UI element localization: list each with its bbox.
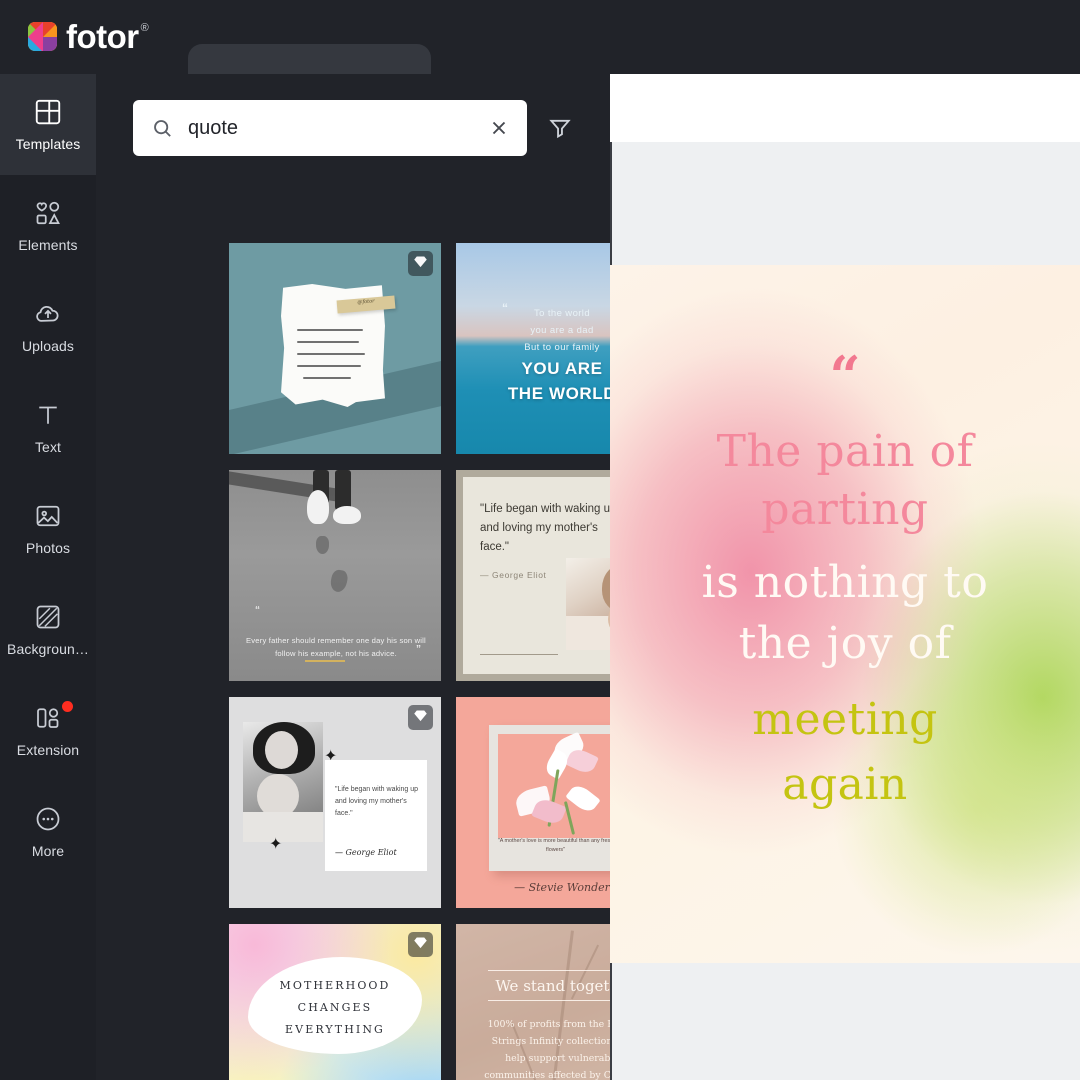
more-dots-icon — [33, 804, 63, 834]
text-t-icon — [33, 400, 63, 430]
sidebar-item-label: Elements — [18, 237, 78, 253]
premium-badge — [408, 705, 433, 730]
template-line-2: CHANGES — [297, 1001, 373, 1014]
template-caption: "A mother's love is more beautiful than … — [497, 838, 610, 853]
template-line-1: To the world — [533, 308, 591, 319]
fotor-pinwheel-logo-icon — [28, 22, 57, 51]
sidebar-item-label: Extension — [16, 742, 80, 758]
template-line-3: But to our family — [524, 342, 600, 353]
template-quote: "Life began with waking up and loving my… — [480, 503, 610, 553]
design-text-line-6[interactable]: again — [610, 753, 1080, 817]
sidebar-item-photos[interactable]: Photos — [0, 478, 96, 579]
template-card[interactable]: “ Every father should remember one day h… — [229, 470, 441, 681]
search-icon — [151, 117, 174, 140]
canvas-workspace: “ The pain of parting is nothing to the … — [610, 74, 1080, 1080]
photo-image-icon — [33, 501, 63, 531]
close-quote-mark: ” — [416, 644, 421, 655]
design-text-line-5[interactable]: meeting — [610, 688, 1080, 752]
template-author: — Stevie Wonder — [514, 881, 610, 894]
sidebar-item-label: Uploads — [21, 338, 75, 354]
template-line-1: MOTHERHOOD — [279, 979, 391, 992]
close-x-icon[interactable] — [487, 116, 511, 140]
sidebar-item-label: Backgroun… — [7, 641, 89, 657]
template-quote: "Life began with waking up and loving my… — [335, 786, 419, 817]
template-card[interactable]: @fotor — [229, 243, 441, 454]
template-card[interactable]: "Life began with waking up and loving my… — [456, 470, 610, 681]
search-box[interactable] — [133, 100, 527, 156]
sidebar-item-extension[interactable]: Extension — [0, 680, 96, 781]
templates-grid-icon — [33, 97, 63, 127]
design-canvas[interactable]: “ The pain of parting is nothing to the … — [610, 265, 1080, 963]
fotor-logo[interactable]: fotor ® — [28, 17, 149, 57]
four-point-star-icon: ✦ — [269, 836, 283, 853]
sidebar-item-more[interactable]: More — [0, 781, 96, 882]
template-quote: Every father should remember one day his… — [246, 636, 426, 658]
app-topbar: fotor ® — [0, 0, 1080, 74]
template-author: — George Eliot — [335, 848, 397, 857]
cloud-upload-icon — [33, 299, 63, 329]
left-nav-rail: Templates Elements Uploads Text Photos B… — [0, 74, 96, 1080]
template-card[interactable]: MOTHERHOOD CHANGES EVERYTHING WWW.FOTOR.… — [229, 924, 441, 1080]
template-body: 100% of profits from the Pretty Strings … — [484, 1019, 610, 1080]
template-big-line-1: YOU ARE — [521, 359, 603, 378]
sidebar-item-label: Photos — [25, 540, 71, 556]
diamond-pro-icon — [413, 935, 428, 955]
open-quote-mark: “ — [255, 605, 260, 616]
diamond-pro-icon — [413, 254, 428, 274]
design-text-line-1[interactable]: The pain of — [610, 422, 1080, 482]
template-card[interactable]: ✦ ✦ "Life began with waking up and lovin… — [229, 697, 441, 908]
design-quote-mark: “ — [829, 344, 861, 408]
design-text-line-2[interactable]: parting — [610, 480, 1080, 540]
sidebar-item-text[interactable]: Text — [0, 377, 96, 478]
design-text-line-3[interactable]: is nothing to — [610, 552, 1080, 614]
sidebar-item-label: Templates — [15, 136, 81, 152]
template-card[interactable]: "A mother's love is more beautiful than … — [456, 697, 610, 908]
premium-badge — [408, 251, 433, 276]
template-author: — George Eliot — [480, 570, 547, 580]
diamond-pro-icon — [413, 708, 428, 728]
canvas-toolbar[interactable] — [610, 74, 1080, 142]
filter-funnel-icon[interactable] — [545, 113, 575, 143]
template-heading: We stand togeter. — [495, 977, 610, 995]
sidebar-item-background[interactable]: Backgroun… — [0, 579, 96, 680]
premium-badge — [408, 932, 433, 957]
extension-new-badge — [62, 701, 73, 712]
template-card[interactable]: We stand togeter. 100% of profits from t… — [456, 924, 610, 1080]
brand-trademark: ® — [140, 22, 149, 34]
sidebar-item-label: More — [31, 843, 65, 859]
brand-name: fotor — [66, 18, 139, 55]
template-line-3: EVERYTHING — [285, 1023, 385, 1036]
template-grid: @fotor “ To the world you are a dad But … — [229, 243, 610, 1080]
background-hatch-icon — [33, 602, 63, 632]
sidebar-item-elements[interactable]: Elements — [0, 175, 96, 276]
templates-panel: @fotor “ To the world you ar — [96, 74, 610, 1080]
extension-puzzle-icon — [33, 703, 63, 733]
sidebar-item-uploads[interactable]: Uploads — [0, 276, 96, 377]
shapes-icon — [33, 198, 63, 228]
design-text-line-4[interactable]: the joy of — [610, 613, 1080, 675]
template-line-2: you are a dad — [530, 325, 594, 336]
sidebar-item-label: Text — [34, 439, 62, 455]
fotor-design-editor: fotor ® Templates Elements Uploads Text … — [0, 0, 1080, 1080]
template-card[interactable]: “ To the world you are a dad But to our … — [456, 243, 610, 454]
search-input[interactable] — [188, 116, 473, 140]
template-big-line-2: THE WORLD — [507, 384, 610, 403]
sidebar-item-templates[interactable]: Templates — [0, 74, 96, 175]
search-row — [133, 100, 575, 156]
header-menu-tab[interactable] — [188, 44, 431, 74]
